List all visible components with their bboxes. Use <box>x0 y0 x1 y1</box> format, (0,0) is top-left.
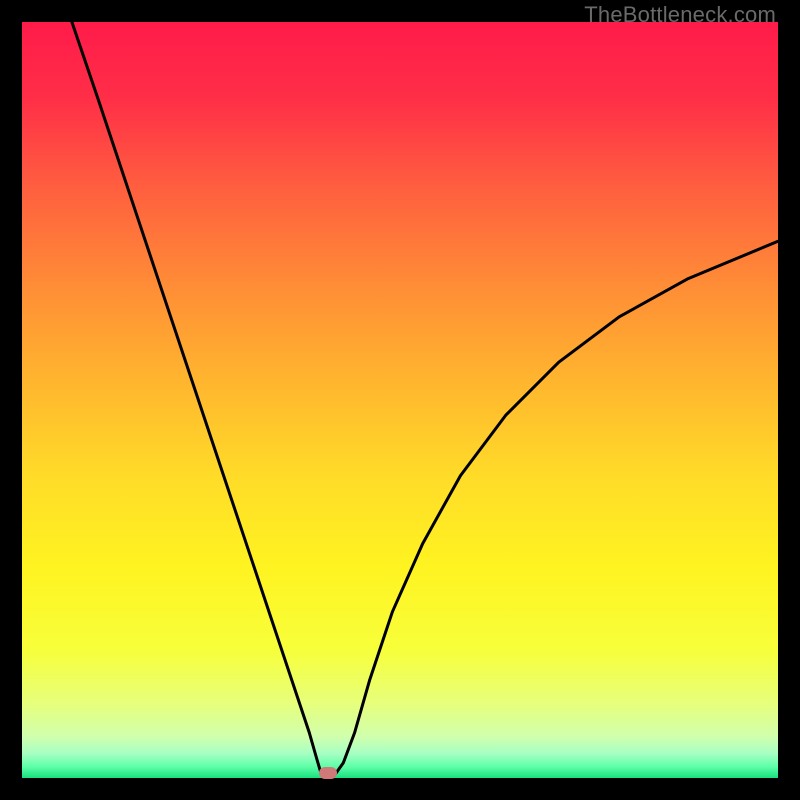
chart-frame <box>22 22 778 778</box>
minimum-marker <box>319 767 337 779</box>
chart-background <box>22 22 778 778</box>
chart-svg <box>22 22 778 778</box>
watermark-text: TheBottleneck.com <box>584 2 776 28</box>
